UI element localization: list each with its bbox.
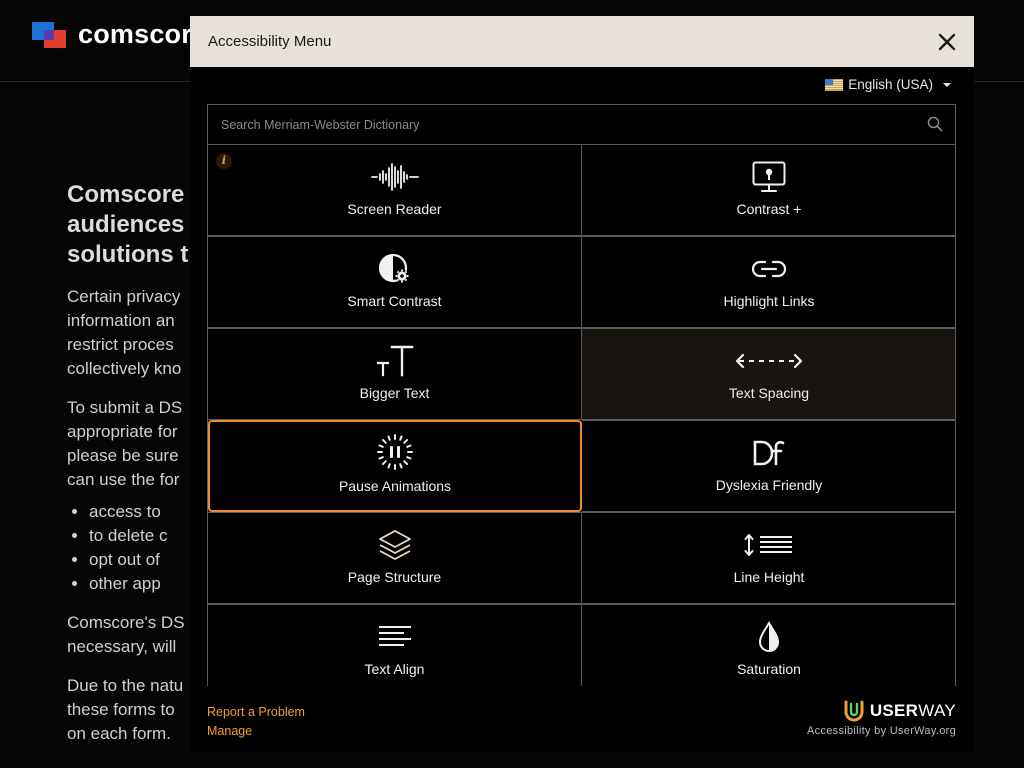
heading-line: audiences (67, 211, 185, 238)
paragraph-line: Certain privacy (67, 287, 181, 306)
paragraph-line: please be sure (67, 446, 179, 465)
language-selector[interactable]: English (USA) (825, 77, 952, 92)
tile-label: Screen Reader (347, 201, 442, 217)
link-icon (751, 253, 787, 285)
paragraph-line: necessary, will (67, 637, 177, 656)
close-icon (938, 33, 956, 51)
tile-label: Text Align (364, 661, 425, 677)
manage-link[interactable]: Manage (207, 722, 305, 741)
pause-icon (377, 434, 413, 470)
half-circle-gear-icon (378, 253, 412, 285)
dialog-footer-links: Report a Problem Manage (207, 703, 305, 741)
text-size-icon (376, 345, 414, 377)
paragraph-line: appropriate for (67, 422, 178, 441)
list-item: to delete c (89, 524, 190, 548)
droplet-icon (757, 621, 781, 653)
caret-down-icon (943, 82, 951, 87)
wordmark-bold: USER (869, 701, 919, 720)
text-spacing-tile[interactable]: Text Spacing (582, 328, 955, 420)
comscore-logo-icon[interactable] (32, 22, 68, 55)
tile-label: Saturation (737, 661, 801, 677)
monitor-icon (752, 161, 786, 193)
report-problem-link[interactable]: Report a Problem (207, 703, 305, 722)
wordmark-thin: WAY (918, 701, 956, 720)
saturation-tile[interactable]: Saturation (582, 604, 955, 686)
tile-label: Highlight Links (723, 293, 815, 309)
site-brand-name[interactable]: comscore (78, 19, 207, 50)
highlight-links-tile[interactable]: Highlight Links (582, 236, 955, 328)
paragraph-line: Due to the natu (67, 676, 184, 695)
article-paragraph: Due to the natu these forms to on each f… (67, 674, 190, 746)
tile-label: Dyslexia Friendly (715, 477, 823, 493)
list-item: opt out of (89, 548, 190, 572)
article-list: access to to delete c opt out of other a… (67, 500, 190, 596)
line-height-icon (744, 529, 794, 561)
userway-u-icon (844, 700, 864, 722)
text-align-icon (378, 621, 412, 653)
waveform-icon (370, 161, 419, 193)
dictionary-search-input[interactable] (208, 105, 955, 144)
article-paragraph: Certain privacy information an restrict … (67, 285, 190, 381)
list-item: access to (89, 500, 190, 524)
pause-animations-tile[interactable]: Pause Animations (208, 420, 582, 512)
tile-label: Smart Contrast (347, 293, 442, 309)
dyslexia-df-icon (752, 437, 786, 469)
layers-icon (378, 529, 412, 561)
tile-label: Contrast + (736, 201, 802, 217)
article-heading: Comscore audiences solutions t (67, 180, 190, 270)
paragraph-line: To submit a DS (67, 398, 183, 417)
smart-contrast-tile[interactable]: Smart Contrast (208, 236, 582, 328)
accessibility-feature-grid: i Screen Reader Contrast + Smart Contras… (207, 144, 956, 686)
paragraph-line: these forms to (67, 700, 175, 719)
paragraph-line: can use the for (67, 470, 180, 489)
text-spacing-icon (735, 345, 803, 377)
us-flag-icon (825, 78, 844, 91)
screen-reader-tile[interactable]: i Screen Reader (208, 144, 582, 236)
bigger-text-tile[interactable]: Bigger Text (208, 328, 582, 420)
paragraph-line: information an (67, 311, 175, 330)
paragraph-line: collectively kno (67, 359, 182, 378)
dialog-title: Accessibility Menu (208, 33, 332, 50)
paragraph-line: restrict proces (67, 335, 174, 354)
close-button[interactable] (936, 31, 958, 53)
tile-label: Line Height (733, 569, 805, 585)
dictionary-search (207, 104, 956, 145)
paragraph-line: on each form. (67, 724, 171, 743)
accessibility-menu-dialog: Accessibility Menu English (USA) Search … (190, 16, 974, 753)
list-item: other app (89, 572, 190, 596)
userway-credit: Accessibility by UserWay.org (807, 725, 956, 737)
language-label: English (USA) (848, 77, 933, 92)
article-paragraph: To submit a DS appropriate for please be… (67, 396, 190, 492)
dialog-header: Accessibility Menu (190, 16, 974, 67)
text-align-tile[interactable]: Text Align (208, 604, 582, 686)
heading-line: Comscore (67, 181, 185, 208)
tile-label: Pause Animations (338, 478, 452, 494)
userway-logo: USERWAY (807, 700, 956, 722)
info-icon[interactable]: i (216, 153, 232, 169)
article-paragraph: Comscore's DS necessary, will (67, 611, 190, 659)
userway-branding[interactable]: USERWAY Accessibility by UserWay.org (807, 700, 956, 737)
background-article: Comscore audiences solutions t Certain p… (67, 180, 190, 746)
page-structure-tile[interactable]: Page Structure (208, 512, 582, 604)
userway-wordmark: USERWAY (870, 701, 956, 721)
paragraph-line: Comscore's DS (67, 613, 185, 632)
search-icon[interactable] (927, 116, 943, 132)
tile-label: Bigger Text (359, 385, 430, 401)
heading-line: solutions t (67, 241, 189, 268)
line-height-tile[interactable]: Line Height (582, 512, 955, 604)
dyslexia-friendly-tile[interactable]: Dyslexia Friendly (582, 420, 955, 512)
tile-label: Page Structure (347, 569, 442, 585)
contrast-plus-tile[interactable]: Contrast + (582, 144, 955, 236)
tile-label: Text Spacing (728, 385, 810, 401)
